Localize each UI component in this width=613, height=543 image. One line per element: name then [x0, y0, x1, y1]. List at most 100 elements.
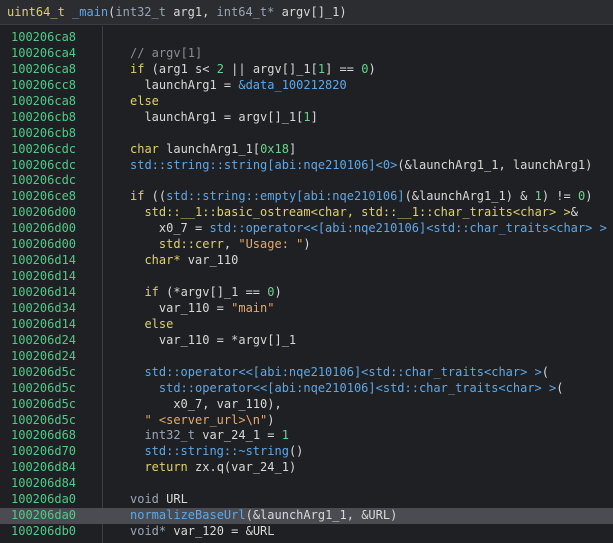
line-address[interactable]: 100206d84 [11, 460, 76, 476]
code-token[interactable]: x0_7, var_110), [173, 397, 281, 411]
line-address[interactable]: 100206ce8 [11, 189, 76, 205]
code-line[interactable]: 100206d14 else [0, 317, 613, 333]
line-address[interactable]: 100206cdc [11, 142, 76, 158]
line-address[interactable]: 100206d00 [11, 237, 76, 253]
code-token[interactable]: &data_100212820 [238, 78, 346, 92]
code-line[interactable]: 100206db0 void* var_120 = &URL [0, 524, 613, 540]
line-address[interactable]: 100206cdc [11, 173, 76, 189]
function-signature[interactable]: uint64_t _main(int32_t arg1, int64_t* ar… [0, 0, 613, 25]
code-line[interactable]: 100206d84 return zx.q(var_24_1) [0, 460, 613, 476]
code-line[interactable]: 100206d84 [0, 476, 613, 492]
code-token[interactable]: (&launchArg1_1, &URL) [246, 508, 398, 522]
code-line[interactable]: 100206da0 void URL [0, 492, 613, 508]
code-line[interactable]: 100206cb8 launchArg1 = argv[]_1[1] [0, 110, 613, 126]
code-line[interactable]: 100206cdc std::string::string[abi:nqe2101… [0, 158, 613, 174]
code-token[interactable]: argv[]_1) [282, 5, 347, 19]
line-address[interactable]: 100206d14 [11, 317, 76, 333]
line-address[interactable]: 100206d14 [11, 285, 76, 301]
code-line[interactable]: 100206ca4 // argv[1] [0, 46, 613, 62]
code-token[interactable]: std::string::string[abi:nqe210106]<0> [130, 158, 397, 172]
code-token[interactable]: std::operator<<[abi:nqe210106]<std::char… [159, 381, 556, 395]
code-token[interactable]: launchArg1 = argv[]_1[ [144, 110, 303, 124]
code-token[interactable]: 1 [318, 62, 325, 76]
code-line[interactable]: 100206d5c std::operator<<[abi:nqe210106]<… [0, 365, 613, 381]
line-address[interactable]: 100206d14 [11, 253, 76, 269]
code-line[interactable]: 100206d14 char* var_110 [0, 253, 613, 269]
code-token[interactable]: var_120 = &URL [166, 524, 274, 538]
code-token[interactable]: ) [275, 285, 282, 299]
code-token[interactable]: 0x18 [260, 142, 289, 156]
code-token[interactable]: & [571, 205, 578, 219]
line-address[interactable]: 100206d00 [11, 221, 76, 237]
line-address[interactable]: 100206cdc [11, 158, 76, 174]
code-token[interactable]: ] [289, 142, 296, 156]
code-token[interactable]: 0 [267, 285, 274, 299]
line-address[interactable]: 100206d84 [11, 476, 76, 492]
code-token[interactable]: void [130, 492, 159, 506]
code-line[interactable]: 100206d24 var_110 = *argv[]_1 [0, 333, 613, 349]
code-token[interactable]: var_24_1 = [195, 428, 282, 442]
code-token[interactable]: if [130, 189, 144, 203]
line-address[interactable]: 100206d5c [11, 365, 76, 381]
code-line[interactable]: 100206cdc [0, 173, 613, 189]
code-token[interactable]: arg1, [173, 5, 216, 19]
line-address[interactable]: 100206cb8 [11, 110, 76, 126]
code-line[interactable]: 100206ca8 else [0, 94, 613, 110]
code-token[interactable]: std::string::empty[abi:nqe210106] [166, 189, 404, 203]
code-line[interactable]: 100206d34 var_110 = "main" [0, 301, 613, 317]
code-token[interactable]: launchArg1_1[ [159, 142, 260, 156]
code-token[interactable]: if [144, 285, 158, 299]
code-token[interactable]: // argv[1] [130, 46, 202, 60]
code-token[interactable]: std::operator<<[abi:nqe210106]<std::char… [209, 221, 606, 235]
code-line[interactable]: 100206d5c std::operator<<[abi:nqe210106]<… [0, 381, 613, 397]
code-token[interactable]: var_110 = [159, 301, 231, 315]
code-line[interactable]: 100206d00 std::__1::basic_ostream<char, s… [0, 205, 613, 221]
code-token[interactable]: "Usage: " [238, 237, 303, 251]
line-address[interactable]: 100206d5c [11, 413, 76, 429]
code-line[interactable]: 100206d5c " <server_url>\n") [0, 413, 613, 429]
code-token[interactable]: ) [267, 413, 274, 427]
code-token[interactable]: 1 [535, 189, 542, 203]
code-token[interactable]: 2 [217, 62, 224, 76]
line-address[interactable]: 100206d70 [11, 444, 76, 460]
code-token[interactable]: (&launchArg1_1, launchArg1) [397, 158, 592, 172]
code-token[interactable]: ] [311, 110, 318, 124]
code-token[interactable]: ) != [542, 189, 578, 203]
line-address[interactable]: 100206ca8 [11, 94, 76, 110]
code-token[interactable]: 1 [282, 428, 289, 442]
code-token[interactable]: int32_t [144, 428, 195, 442]
code-line[interactable]: 100206d68 int32_t var_24_1 = 1 [0, 428, 613, 444]
code-line[interactable]: 100206d14 if (*argv[]_1 == 0) [0, 285, 613, 301]
line-address[interactable]: 100206cb8 [11, 126, 76, 142]
line-address[interactable]: 100206db0 [11, 524, 76, 540]
code-token[interactable]: char [130, 142, 159, 156]
code-token[interactable]: void* [130, 524, 166, 538]
code-token[interactable]: URL [159, 492, 188, 506]
code-token[interactable]: , [224, 237, 238, 251]
code-line[interactable]: 100206ca8 [0, 30, 613, 46]
code-line[interactable]: 100206d5c x0_7, var_110), [0, 397, 613, 413]
line-address[interactable]: 100206d00 [11, 205, 76, 221]
code-line[interactable]: 100206cb8 [0, 126, 613, 142]
code-line[interactable]: 100206d24 [0, 349, 613, 365]
code-token[interactable]: (&launchArg1_1) & [405, 189, 535, 203]
code-token[interactable]: " <server_url>\n" [144, 413, 267, 427]
code-line[interactable]: 100206d70 std::string::~string() [0, 444, 613, 460]
line-address[interactable]: 100206da0 [11, 508, 76, 524]
line-address[interactable]: 100206d24 [11, 349, 76, 365]
code-token[interactable]: int64_t* [217, 5, 282, 19]
code-line[interactable]: 100206ca8 if (arg1 s< 2 || argv[]_1[1] ==… [0, 62, 613, 78]
code-token[interactable]: ] == [325, 62, 361, 76]
code-token[interactable]: int32_t [115, 5, 173, 19]
code-line[interactable]: 100206cc8 launchArg1 = &data_100212820 [0, 78, 613, 94]
code-token[interactable]: normalizeBaseUrl [130, 508, 246, 522]
code-token[interactable]: else [130, 94, 159, 108]
code-token[interactable]: launchArg1 = [144, 78, 238, 92]
code-line[interactable]: 100206cdc char launchArg1_1[0x18] [0, 142, 613, 158]
code-token[interactable]: (( [144, 189, 166, 203]
code-token[interactable]: ) [368, 62, 375, 76]
code-token[interactable]: (*argv[]_1 == [159, 285, 267, 299]
line-address[interactable]: 100206d34 [11, 301, 76, 317]
code-line[interactable]: 100206ce8 if ((std::string::empty[abi:nqe… [0, 189, 613, 205]
line-address[interactable]: 100206ca4 [11, 46, 76, 62]
